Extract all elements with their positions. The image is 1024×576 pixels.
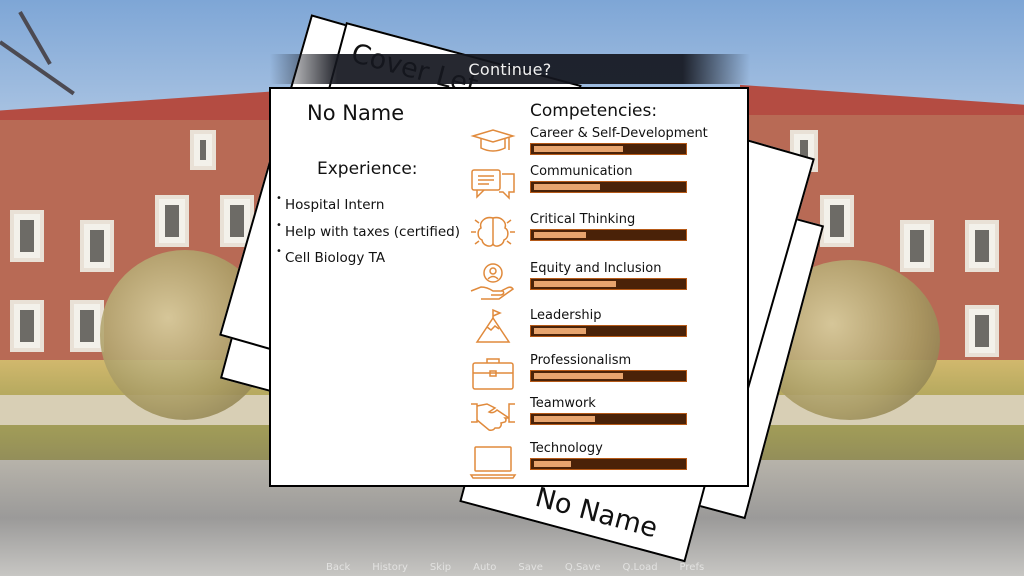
quick-menu: Back History Skip Auto Save Q.Save Q.Loa… <box>326 562 726 573</box>
competency-bar <box>530 278 687 290</box>
competency-bar-fill <box>534 373 624 379</box>
briefcase-icon <box>469 353 517 393</box>
speech-bubbles-icon <box>469 164 517 204</box>
graduation-cap-icon <box>469 126 517 166</box>
competency-label: Professionalism <box>530 353 632 368</box>
competencies-heading: Competencies: <box>530 101 658 121</box>
competency-technology: Technology <box>467 441 737 485</box>
quick-menu-prefs[interactable]: Prefs <box>680 562 705 573</box>
experience-item: Hospital Intern <box>276 193 460 224</box>
competency-communication: Communication <box>467 164 737 208</box>
competency-bar <box>530 370 687 382</box>
competency-bar <box>530 413 687 425</box>
mountain-flag-icon <box>469 308 517 348</box>
competency-bar-fill <box>534 416 596 422</box>
competency-critical-thinking: Critical Thinking <box>467 212 737 256</box>
continue-button[interactable]: Continue? <box>270 54 750 84</box>
competency-bar <box>530 458 687 470</box>
competency-label: Technology <box>530 441 603 456</box>
competency-bar-fill <box>534 184 600 190</box>
handshake-icon <box>469 396 517 436</box>
quick-menu-save[interactable]: Save <box>518 562 543 573</box>
competency-bar <box>530 325 687 337</box>
quick-menu-qload[interactable]: Q.Load <box>623 562 658 573</box>
quick-menu-history[interactable]: History <box>372 562 408 573</box>
quick-menu-back[interactable]: Back <box>326 562 350 573</box>
competency-bar <box>530 143 687 155</box>
experience-list: Hospital Intern Help with taxes (certifi… <box>276 193 460 277</box>
quick-menu-auto[interactable]: Auto <box>473 562 496 573</box>
experience-item: Help with taxes (certified) <box>276 220 460 251</box>
laptop-icon <box>469 441 517 481</box>
resume-card: No Name Experience: Hospital Intern Help… <box>269 87 749 487</box>
competency-bar-fill <box>534 328 587 334</box>
competency-bar-fill <box>534 461 572 467</box>
experience-heading: Experience: <box>317 159 418 179</box>
competency-leadership: Leadership <box>467 308 737 352</box>
competency-teamwork: Teamwork <box>467 396 737 440</box>
brain-icon <box>469 212 517 252</box>
competency-bar-fill <box>534 232 587 238</box>
quick-menu-skip[interactable]: Skip <box>430 562 451 573</box>
competency-bar <box>530 229 687 241</box>
competency-label: Critical Thinking <box>530 212 636 227</box>
experience-item: Cell Biology TA <box>276 246 460 277</box>
hand-holding-person-icon <box>469 261 517 301</box>
continue-label: Continue? <box>468 59 552 79</box>
competency-professionalism: Professionalism <box>467 353 737 397</box>
competency-bar <box>530 181 687 193</box>
competency-label: Career & Self-Development <box>530 126 708 141</box>
competency-bar-fill <box>534 281 616 287</box>
competency-label: Teamwork <box>530 396 596 411</box>
competency-label: Leadership <box>530 308 602 323</box>
competency-equity: Equity and Inclusion <box>467 261 737 305</box>
quick-menu-qsave[interactable]: Q.Save <box>565 562 601 573</box>
competency-bar-fill <box>534 146 624 152</box>
resume-name: No Name <box>307 101 405 125</box>
competency-label: Communication <box>530 164 633 179</box>
competency-label: Equity and Inclusion <box>530 261 662 276</box>
